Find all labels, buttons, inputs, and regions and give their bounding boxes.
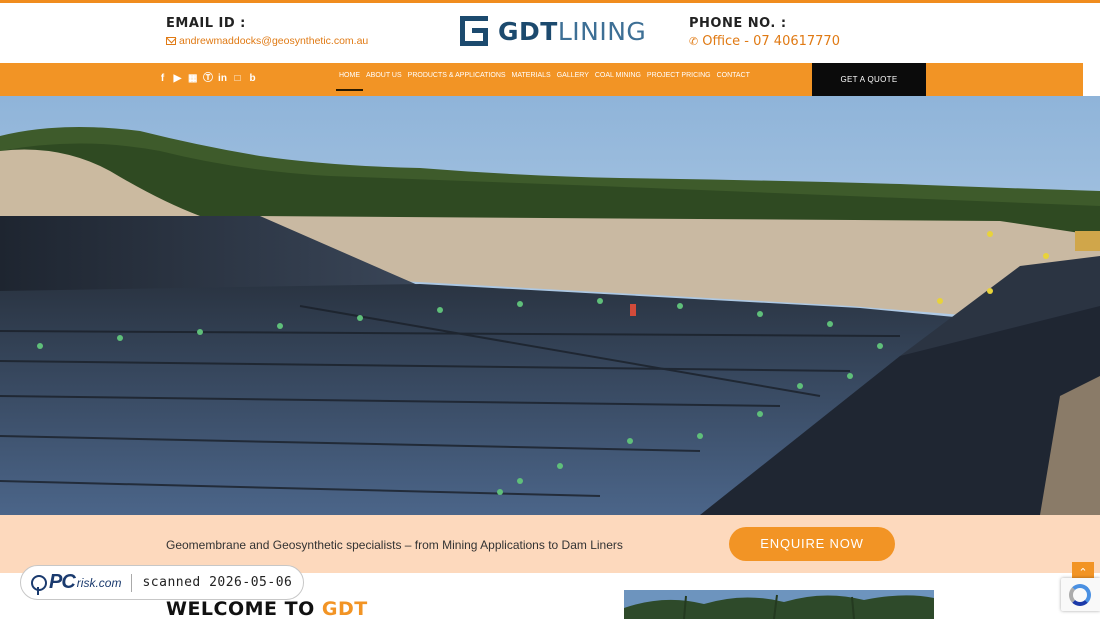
instagram-icon[interactable]: □	[233, 73, 242, 85]
get-a-quote-button[interactable]: GET A QUOTE	[812, 63, 926, 96]
enquire-now-button[interactable]: ENQUIRE NOW	[729, 527, 895, 561]
tagline-text: Geomembrane and Geosynthetic specialists…	[166, 538, 623, 552]
social-links: f ▶ ▦ Ⓣ in □ b	[158, 73, 257, 85]
site-header: EMAIL ID : andrewmaddocks@geosynthetic.c…	[0, 3, 1100, 63]
site-logo[interactable]: GDTLINING	[460, 16, 646, 46]
watermark-divider	[131, 573, 133, 592]
phone-icon: ✆	[689, 35, 699, 48]
linkedin-icon[interactable]: in	[218, 73, 227, 85]
phone-block: PHONE NO. : ✆ Office - 07 40617770	[689, 16, 840, 49]
nav-item-about-us[interactable]: ABOUT US	[363, 63, 405, 91]
email-label: EMAIL ID :	[166, 16, 246, 31]
nav-item-products-applications[interactable]: PRODUCTS & APPLICATIONS	[405, 63, 509, 91]
nav-item-materials[interactable]: MATERIALS	[509, 63, 554, 91]
recaptcha-badge[interactable]	[1061, 578, 1100, 611]
scan-date: scanned 2026-05-06	[142, 575, 293, 590]
hero-image	[0, 96, 1100, 515]
nav-item-coal-mining[interactable]: COAL MINING	[592, 63, 644, 91]
recaptcha-icon	[1069, 584, 1091, 606]
pcrisk-logo-risk: risk.com	[76, 575, 122, 590]
phone-number[interactable]: Office - 07 40617770	[702, 34, 840, 49]
logo-text: GDTLINING	[498, 17, 646, 46]
email-address[interactable]: andrewmaddocks@geosynthetic.com.au	[179, 35, 368, 47]
pcrisk-logo-pc: PC	[49, 571, 76, 593]
logo-mark-icon	[460, 16, 488, 46]
pcrisk-watermark: PC risk.com scanned 2026-05-06	[20, 565, 304, 600]
main-nav: f ▶ ▦ Ⓣ in □ b HOME ABOUT US PRODUCTS & …	[0, 63, 1083, 96]
welcome-side-image	[624, 590, 934, 619]
welcome-accent: GDT	[321, 598, 368, 619]
nav-menu: HOME ABOUT US PRODUCTS & APPLICATIONS MA…	[336, 63, 753, 96]
pcrisk-logo: PC risk.com	[31, 571, 122, 595]
hero-illustration	[0, 96, 1100, 515]
map-icon[interactable]: ▦	[188, 73, 197, 85]
youtube-icon[interactable]: ▶	[173, 73, 182, 85]
blogger-icon[interactable]: b	[248, 73, 257, 85]
logo-text-light: LINING	[557, 16, 647, 46]
email-block: EMAIL ID : andrewmaddocks@geosynthetic.c…	[166, 16, 368, 47]
nav-item-contact[interactable]: CONTACT	[714, 63, 753, 91]
phone-link[interactable]: ✆ Office - 07 40617770	[689, 34, 840, 49]
pinterest-icon[interactable]: Ⓣ	[203, 73, 213, 85]
facebook-icon[interactable]: f	[158, 73, 167, 85]
welcome-prefix: WELCOME TO	[166, 598, 315, 619]
welcome-heading: WELCOME TO GDT	[166, 598, 368, 619]
nav-item-gallery[interactable]: GALLERY	[554, 63, 592, 91]
envelope-icon	[166, 37, 176, 45]
email-link[interactable]: andrewmaddocks@geosynthetic.com.au	[166, 35, 368, 47]
nav-item-home[interactable]: HOME	[336, 63, 363, 91]
phone-label: PHONE NO. :	[689, 16, 787, 31]
logo-text-bold: GDT	[498, 16, 558, 46]
magnifier-icon	[31, 574, 47, 595]
nav-item-project-pricing[interactable]: PROJECT PRICING	[644, 63, 714, 91]
